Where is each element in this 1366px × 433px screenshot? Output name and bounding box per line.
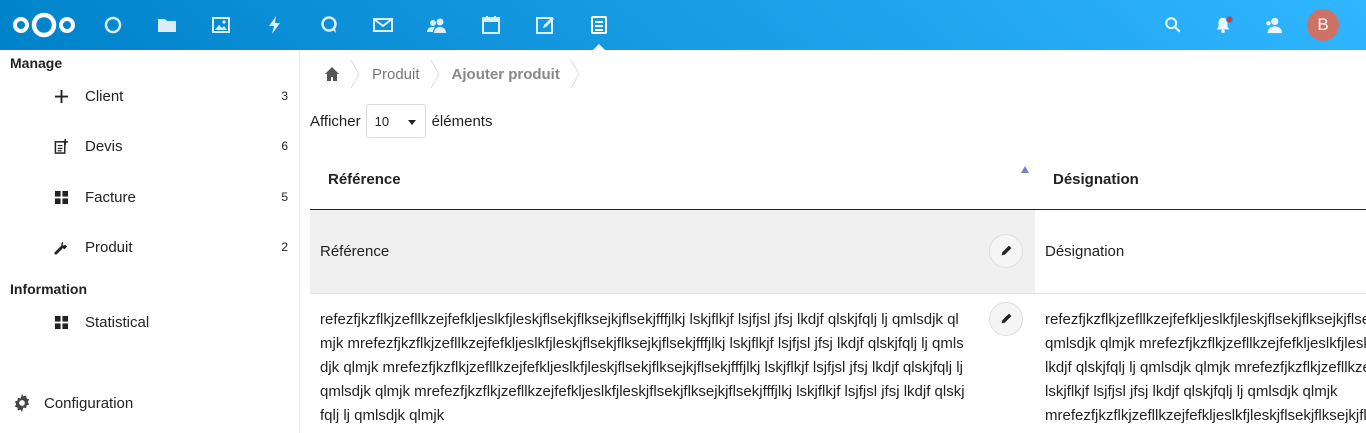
- table-length-control: Afficher 10 éléments: [310, 104, 492, 138]
- grid-icon: [53, 189, 69, 205]
- gear-icon: [13, 394, 31, 412]
- column-header-label: Référence: [328, 170, 401, 188]
- wrench-icon: [53, 239, 69, 255]
- chevron-down-icon: [407, 120, 416, 125]
- sidebar-item-count: 6: [281, 139, 288, 153]
- configuration-button[interactable]: Configuration: [0, 381, 299, 425]
- sidebar-item-facture[interactable]: Facture 5: [0, 175, 299, 219]
- cell-text: Désignation: [1045, 242, 1125, 260]
- avatar[interactable]: B: [1307, 9, 1339, 41]
- sidebar-item-label: Devis: [85, 137, 123, 155]
- pencil-icon: [1001, 245, 1011, 256]
- table-header-row: Référence Désignation: [310, 150, 1366, 210]
- sidebar-item-label: Statistical: [85, 313, 150, 331]
- sidebar-item-count: 3: [281, 89, 288, 103]
- search-icon[interactable]: [1161, 13, 1185, 37]
- show-label: Afficher: [310, 112, 361, 130]
- column-header-label: Désignation: [1053, 170, 1139, 188]
- nextcloud-logo[interactable]: [11, 10, 77, 40]
- grid-icon: [53, 314, 69, 330]
- quote-icon: [53, 138, 69, 154]
- app-navigation: Manage Client 3 Devis 6 Facture 5 Produi…: [0, 50, 300, 433]
- top-header: B: [0, 0, 1366, 50]
- notification-dot: [1226, 16, 1233, 23]
- sidebar-item-count: 5: [281, 190, 288, 204]
- breadcrumb-item-produit[interactable]: Produit: [372, 60, 420, 88]
- sidebar-item-statistical[interactable]: Statistical: [0, 300, 299, 344]
- notes-icon[interactable]: [533, 13, 557, 37]
- plus-icon: [53, 88, 69, 104]
- edit-button[interactable]: [989, 301, 1023, 336]
- cell-text-line: lkdjf qlskjfqlj lj qmlsdjk qlmjk mrefezf…: [1045, 358, 1366, 376]
- cell-text: Référence: [320, 242, 390, 260]
- breadcrumb-separator: [350, 60, 360, 88]
- mail-icon[interactable]: [371, 13, 395, 37]
- section-title-manage: Manage: [10, 55, 63, 71]
- sidebar-item-label: Client: [85, 87, 124, 105]
- products-table: Référence Désignation Référence Désignat…: [310, 150, 1366, 428]
- sidebar-item-label: Facture: [85, 188, 136, 206]
- sidebar-item-count: 2: [281, 240, 288, 254]
- contacts-icon[interactable]: [425, 13, 449, 37]
- home-icon: [325, 67, 339, 81]
- page-length-value: 10: [374, 113, 390, 129]
- cell-text-line: lskjflkjf lsjfjsl jfsj lkdjf qlskjfqlj l…: [1045, 382, 1338, 400]
- activity-icon[interactable]: [263, 13, 287, 37]
- page-length-select[interactable]: 10: [365, 104, 426, 138]
- sidebar-item-label: Produit: [85, 238, 133, 256]
- cell-text-line: mrefezfjkzflkjzefllkzejfefkljeslkfjleskj…: [1045, 406, 1366, 424]
- breadcrumb-item-ajouter-produit[interactable]: Ajouter produit: [452, 60, 560, 88]
- dashboard-icon[interactable]: [101, 13, 125, 37]
- cell-reference: Référence: [310, 209, 1035, 294]
- contacts-menu-icon[interactable]: [1261, 13, 1285, 37]
- breadcrumb-separator: [570, 60, 580, 88]
- cell-designation: Désignation: [1035, 209, 1366, 294]
- breadcrumb-separator: [430, 60, 440, 88]
- column-header-reference[interactable]: Référence: [310, 150, 1035, 210]
- gestion-icon[interactable]: [587, 13, 611, 37]
- breadcrumb-home[interactable]: [300, 60, 340, 88]
- sidebar-item-devis[interactable]: Devis 6: [0, 124, 299, 168]
- cell-text-line: refezfjkzflkjzefllkzejfefkljeslkfjleskjf…: [1045, 310, 1366, 328]
- photos-icon[interactable]: [209, 13, 233, 37]
- calendar-icon[interactable]: [479, 13, 503, 37]
- files-icon[interactable]: [155, 13, 179, 37]
- sidebar-item-client[interactable]: Client 3: [0, 74, 299, 118]
- column-header-designation[interactable]: Désignation: [1035, 150, 1366, 210]
- cell-designation: refezfjkzflkjzefllkzejfefkljeslkfjleskjf…: [1035, 293, 1366, 428]
- sort-ascending-icon: [1021, 166, 1029, 173]
- app-content: Produit Ajouter produit Afficher 10 élém…: [300, 50, 1366, 433]
- breadcrumb: Produit Ajouter produit: [300, 60, 592, 88]
- talk-icon[interactable]: [317, 13, 341, 37]
- cell-reference: refezfjkzflkjzefllkzejfefkljeslkfjleskjf…: [310, 293, 1035, 428]
- cell-text: refezfjkzflkjzefllkzejfefkljeslkfjleskjf…: [320, 310, 965, 424]
- cell-text-line: qmlsdjk qlmjk mrefezfjkzflkjzefllkzejfef…: [1045, 334, 1366, 352]
- configuration-label: Configuration: [44, 394, 134, 412]
- table-row: Référence Désignation: [310, 209, 1366, 294]
- edit-button[interactable]: [989, 233, 1023, 268]
- sidebar-item-produit[interactable]: Produit 2: [0, 225, 299, 269]
- section-title-information: Information: [10, 281, 87, 297]
- pencil-icon: [1001, 313, 1011, 324]
- elements-label: éléments: [431, 112, 493, 130]
- table-row: refezfjkzflkjzefllkzejfefkljeslkfjleskjf…: [310, 293, 1366, 428]
